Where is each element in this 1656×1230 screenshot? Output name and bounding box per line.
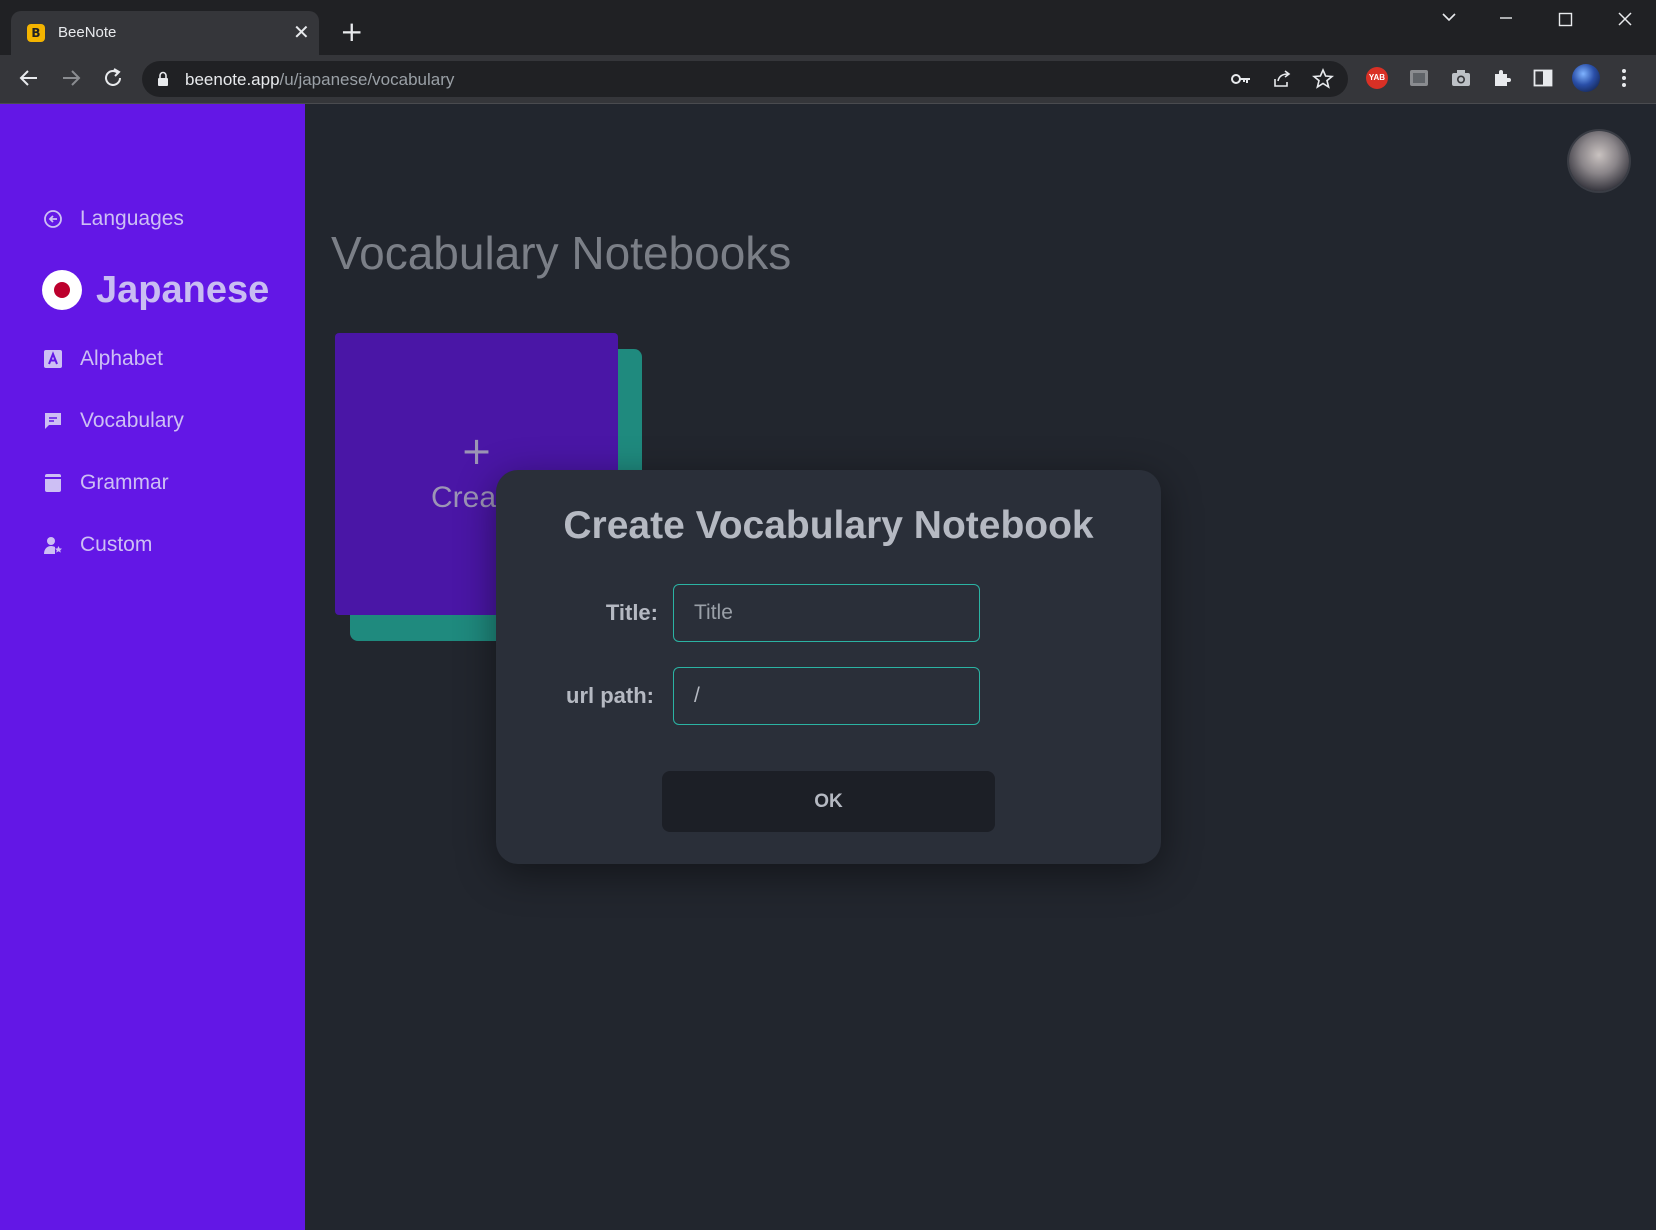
profile-icon[interactable] — [1572, 64, 1600, 92]
language-heading: Japanese — [42, 268, 269, 312]
sidebar-item-label: Alphabet — [80, 347, 163, 370]
user-avatar[interactable] — [1569, 131, 1629, 191]
browser-tab[interactable]: B BeeNote ✕ — [11, 11, 319, 55]
sidebar-item-custom[interactable]: Custom — [42, 530, 152, 560]
sidebar-item-label: Custom — [80, 533, 153, 556]
page-title: Vocabulary Notebooks — [331, 227, 792, 279]
ok-button[interactable]: OK — [662, 771, 995, 832]
minimize-icon[interactable] — [1498, 10, 1514, 30]
plus-icon: + — [460, 429, 493, 473]
back-to-languages-link[interactable]: Languages — [42, 204, 184, 234]
chat-icon — [42, 410, 64, 432]
side-panel-icon[interactable] — [1532, 67, 1556, 91]
share-icon[interactable] — [1272, 69, 1292, 94]
alphabet-icon — [42, 348, 64, 370]
dialog-title: Create Vocabulary Notebook — [563, 504, 1094, 547]
sidebar-item-grammar[interactable]: Grammar — [42, 468, 169, 498]
back-icon[interactable] — [16, 65, 42, 91]
maximize-icon[interactable] — [1558, 12, 1573, 31]
address-bar[interactable]: beenote.app/u/japanese/vocabulary — [142, 61, 1348, 97]
url-text[interactable]: beenote.app/u/japanese/vocabulary — [185, 70, 454, 90]
reload-icon[interactable] — [100, 65, 126, 91]
browser-tab-strip: B BeeNote ✕ + — [0, 0, 1656, 55]
sidebar-item-alphabet[interactable]: Alphabet — [42, 344, 163, 374]
lock-icon[interactable] — [157, 71, 169, 92]
browser-toolbar: beenote.app/u/japanese/vocabulary YAB — [0, 55, 1656, 104]
extension-grid-icon[interactable] — [1408, 67, 1432, 91]
tab-search-icon[interactable] — [1440, 8, 1458, 30]
tab-close-icon[interactable]: ✕ — [293, 21, 310, 43]
camera-extension-icon[interactable] — [1450, 67, 1474, 91]
extensions-puzzle-icon[interactable] — [1491, 67, 1515, 91]
sidebar: Languages Japanese Alphabet Vocabulary G… — [0, 104, 305, 1230]
title-field-label: Title: — [605, 600, 658, 625]
bookmark-star-icon[interactable] — [1311, 67, 1335, 95]
user-star-icon — [42, 534, 64, 556]
language-name: Japanese — [96, 268, 270, 311]
languages-label: Languages — [80, 207, 184, 230]
new-tab-icon[interactable]: + — [340, 18, 363, 46]
beenote-favicon-icon: B — [27, 24, 45, 42]
forward-icon[interactable] — [58, 65, 84, 91]
book-icon — [42, 472, 64, 494]
url-path-field-label: url path: — [566, 683, 654, 708]
browser-menu-icon[interactable] — [1620, 67, 1644, 91]
sidebar-item-vocabulary[interactable]: Vocabulary — [42, 406, 184, 436]
title-input[interactable] — [673, 584, 980, 642]
tab-title: BeeNote — [58, 24, 117, 41]
key-icon[interactable] — [1230, 70, 1252, 93]
yab-extension-icon[interactable]: YAB — [1366, 67, 1390, 91]
arrow-left-circle-icon — [42, 208, 64, 230]
sidebar-item-label: Vocabulary — [80, 409, 184, 432]
create-notebook-dialog: Create Vocabulary Notebook Title: url pa… — [496, 470, 1161, 864]
japan-flag-icon — [42, 270, 82, 310]
create-card-label: Crea — [431, 481, 497, 514]
close-window-icon[interactable] — [1617, 11, 1633, 31]
sidebar-item-label: Grammar — [80, 471, 169, 494]
url-path-input[interactable] — [673, 667, 980, 725]
